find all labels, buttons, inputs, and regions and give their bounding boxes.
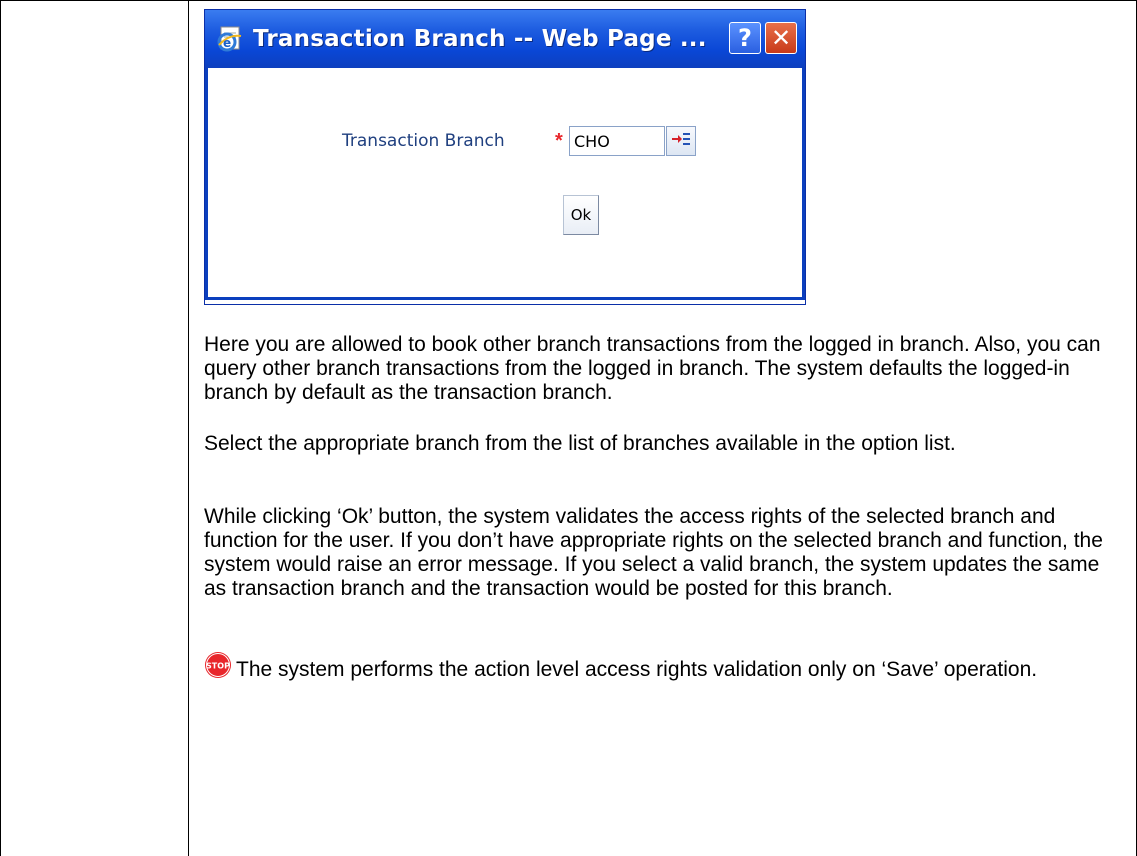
paragraph-validation: While clicking ‘Ok’ button, the system v… — [204, 505, 1103, 600]
close-button[interactable]: ✕ — [765, 22, 797, 54]
table-column-divider — [188, 0, 189, 856]
dialog-titlebar[interactable]: e Transaction Branch -- Web Page ... ? ✕ — [205, 10, 805, 68]
close-icon: ✕ — [770, 24, 792, 52]
branch-list-button[interactable] — [666, 126, 696, 156]
ok-button[interactable]: Ok — [563, 195, 599, 235]
table-border-left — [0, 0, 1, 856]
note-paragraph: STOP The system performs the action leve… — [204, 651, 1124, 682]
transaction-branch-input[interactable] — [569, 126, 665, 156]
required-marker: * — [555, 130, 563, 152]
stop-icon-text: STOP — [206, 662, 230, 671]
dialog-body: Transaction Branch * Ok — [205, 68, 805, 300]
paragraph-select-branch: Select the appropriate branch from the l… — [204, 432, 956, 455]
table-border-top — [0, 0, 1137, 1]
note-text: The system performs the action level acc… — [236, 658, 1038, 681]
paragraph-other-branch: Here you are allowed to book other branc… — [204, 333, 1101, 404]
browser-page-icon: e — [215, 24, 245, 54]
svg-text:e: e — [223, 36, 231, 50]
transaction-branch-dialog: e Transaction Branch -- Web Page ... ? ✕… — [204, 9, 806, 305]
dialog-title: Transaction Branch -- Web Page ... — [253, 26, 707, 52]
help-button[interactable]: ? — [729, 22, 761, 54]
transaction-branch-label: Transaction Branch — [342, 131, 505, 151]
stop-icon: STOP — [204, 651, 232, 679]
list-of-values-icon — [671, 132, 691, 151]
help-icon: ? — [738, 24, 752, 52]
